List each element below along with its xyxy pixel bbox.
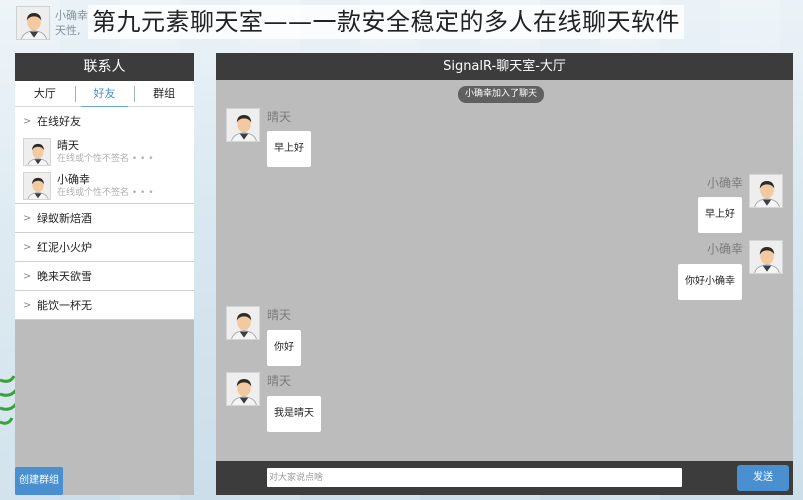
friend-group-online: > 在线好友 晴天 在线或个性不签名 • • • 小确幸 在线或个性不签名 • … bbox=[15, 107, 194, 204]
app-banner-title: 第九元素聊天室——一款安全稳定的多人在线聊天软件 bbox=[88, 5, 684, 39]
message-avatar[interactable] bbox=[226, 306, 260, 340]
chevron-right-icon: > bbox=[23, 241, 32, 253]
message-sender: 小确幸 bbox=[706, 242, 743, 256]
tab-friends[interactable]: 好友 bbox=[74, 85, 135, 107]
friend-signature: 在线或个性不签名 • • • bbox=[57, 153, 154, 164]
friend-name: 晴天 bbox=[57, 138, 79, 152]
friend-item[interactable]: 晴天 在线或个性不签名 • • • bbox=[15, 135, 194, 169]
group-header[interactable]: > 晚来天欲雪 bbox=[15, 262, 194, 290]
group-header[interactable]: > 绿蚁新焙酒 bbox=[15, 204, 194, 232]
group-name: 在线好友 bbox=[37, 115, 81, 128]
group-header[interactable]: > 在线好友 bbox=[15, 107, 194, 135]
current-user-sub: 天性, bbox=[55, 24, 81, 37]
friend-avatar bbox=[23, 138, 51, 166]
chevron-right-icon: > bbox=[23, 270, 32, 282]
friend-group: > 能饮一杯无 bbox=[15, 291, 194, 320]
group-name: 晚来天欲雪 bbox=[37, 270, 92, 283]
user-avatar-icon bbox=[227, 109, 260, 142]
friend-avatar bbox=[23, 172, 51, 200]
friend-item[interactable]: 小确幸 在线或个性不签名 • • • bbox=[15, 169, 194, 203]
message-bubble: 你好 bbox=[267, 330, 301, 366]
chat-title: SignalR-聊天室-大厅 bbox=[216, 53, 793, 80]
friend-group: > 红泥小火炉 bbox=[15, 233, 194, 262]
contacts-panel: 联系人 大厅 好友 群组 > 在线好友 晴天 在线或个性不签名 • • • 小确… bbox=[15, 53, 194, 495]
user-avatar-icon bbox=[227, 307, 260, 340]
message-bubble: 我是晴天 bbox=[267, 396, 321, 432]
tab-groups[interactable]: 群组 bbox=[134, 85, 194, 102]
message-input[interactable] bbox=[267, 468, 682, 487]
group-name: 能饮一杯无 bbox=[37, 299, 92, 312]
friend-name: 小确幸 bbox=[57, 172, 90, 186]
chat-input-bar: 发送 bbox=[216, 461, 793, 495]
message-sender: 晴天 bbox=[267, 374, 292, 388]
group-name: 红泥小火炉 bbox=[37, 241, 92, 254]
chevron-right-icon: > bbox=[23, 115, 32, 127]
chevron-right-icon: > bbox=[23, 212, 32, 224]
message-sender: 晴天 bbox=[267, 110, 292, 124]
chevron-right-icon: > bbox=[23, 299, 32, 311]
friend-group: > 晚来天欲雪 bbox=[15, 262, 194, 291]
top-bar: 小确幸 天性, 第九元素聊天室——一款安全稳定的多人在线聊天软件 bbox=[0, 0, 803, 46]
message-avatar[interactable] bbox=[226, 372, 260, 406]
user-avatar-icon bbox=[750, 175, 783, 208]
message-bubble: 早上好 bbox=[267, 131, 311, 167]
current-user-info: 小确幸 天性, bbox=[55, 8, 91, 38]
create-group-button[interactable]: 创建群组 bbox=[15, 467, 63, 495]
contacts-title: 联系人 bbox=[15, 53, 194, 81]
message-sender: 晴天 bbox=[267, 308, 292, 322]
message-avatar[interactable] bbox=[749, 174, 783, 208]
system-notice: 小确幸加入了聊天 bbox=[458, 86, 545, 103]
send-button[interactable]: 发送 bbox=[737, 465, 789, 491]
current-user-name: 小确幸 bbox=[55, 9, 88, 22]
current-user-avatar[interactable] bbox=[16, 6, 50, 40]
message-avatar[interactable] bbox=[226, 108, 260, 142]
friend-group: > 绿蚁新焙酒 bbox=[15, 204, 194, 233]
chat-panel: SignalR-聊天室-大厅 小确幸加入了聊天 晴天 早上好 小确幸 早上好 小… bbox=[216, 53, 793, 495]
user-avatar-icon bbox=[24, 139, 51, 166]
group-header[interactable]: > 红泥小火炉 bbox=[15, 233, 194, 261]
message-avatar[interactable] bbox=[749, 240, 783, 274]
user-avatar-icon bbox=[17, 7, 50, 40]
user-avatar-icon bbox=[24, 173, 51, 200]
message-sender: 小确幸 bbox=[706, 176, 743, 190]
friend-signature: 在线或个性不签名 • • • bbox=[57, 187, 154, 198]
user-avatar-icon bbox=[750, 241, 783, 274]
tab-hall[interactable]: 大厅 bbox=[15, 86, 75, 102]
user-avatar-icon bbox=[227, 373, 260, 406]
contacts-tabs: 大厅 好友 群组 bbox=[15, 81, 194, 107]
message-bubble: 你好小确幸 bbox=[678, 264, 742, 300]
group-name: 绿蚁新焙酒 bbox=[37, 212, 92, 225]
message-bubble: 早上好 bbox=[698, 197, 742, 233]
group-header[interactable]: > 能饮一杯无 bbox=[15, 291, 194, 319]
